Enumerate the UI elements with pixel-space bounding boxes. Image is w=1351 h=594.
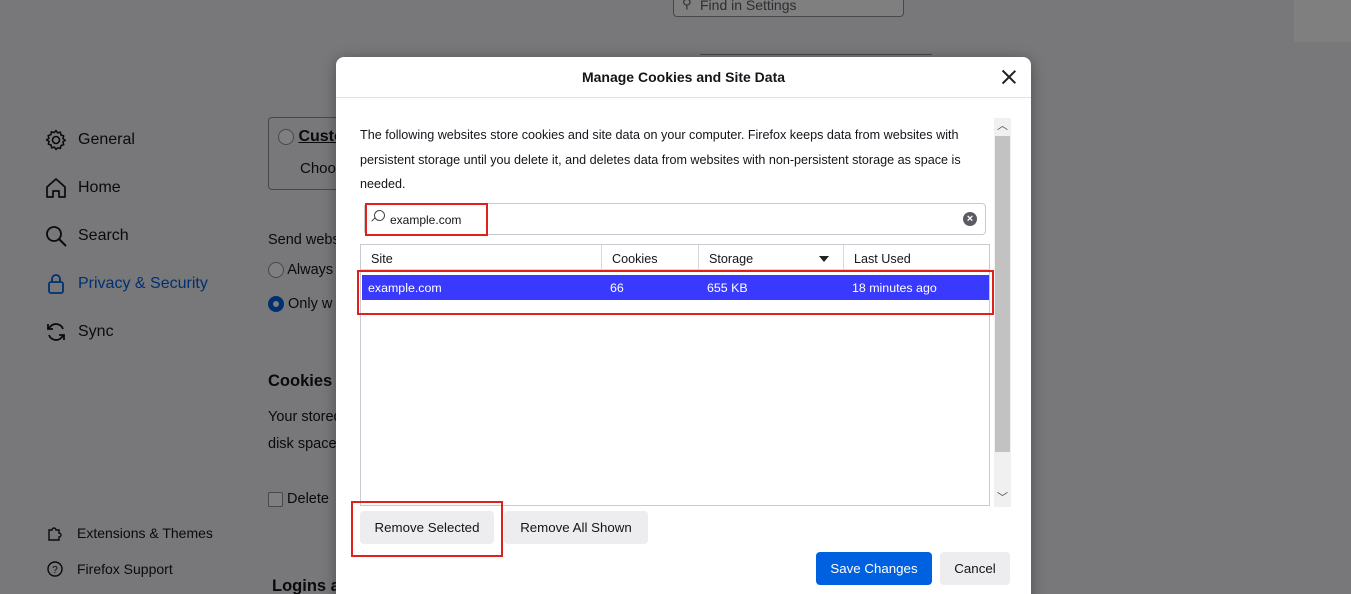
cancel-button[interactable]: Cancel <box>940 552 1010 585</box>
column-last-used[interactable]: Last Used <box>844 245 989 270</box>
sites-table: Site Cookies Storage Last Used example.c… <box>360 244 990 506</box>
save-changes-button[interactable]: Save Changes <box>816 552 932 585</box>
sort-descending-icon <box>819 256 829 262</box>
cell-storage: 655 KB <box>707 281 748 295</box>
close-icon[interactable] <box>999 67 1019 87</box>
remove-selected-button[interactable]: Remove Selected <box>360 511 494 544</box>
search-icon <box>374 210 385 221</box>
scroll-up-icon[interactable]: ︿ <box>994 118 1011 135</box>
remove-all-shown-label: Remove All Shown <box>520 520 632 535</box>
manage-cookies-dialog: Manage Cookies and Site Data The followi… <box>336 57 1031 594</box>
column-storage-label: Storage <box>709 252 754 266</box>
cell-site: example.com <box>368 281 442 295</box>
scrollbar-thumb[interactable] <box>995 136 1010 452</box>
dialog-description: The following websites store cookies and… <box>360 128 961 191</box>
search-value: example.com <box>390 213 462 227</box>
table-row[interactable]: example.com 66 655 KB 18 minutes ago <box>362 275 989 300</box>
cancel-label: Cancel <box>954 561 996 576</box>
column-site[interactable]: Site <box>361 245 602 270</box>
dialog-title: Manage Cookies and Site Data <box>336 57 1031 98</box>
remove-selected-label: Remove Selected <box>374 520 480 535</box>
site-search-input[interactable]: example.com × <box>364 203 986 235</box>
cell-cookies: 66 <box>610 281 624 295</box>
remove-all-shown-button[interactable]: Remove All Shown <box>504 511 648 544</box>
scroll-down-icon[interactable]: ﹀ <box>994 490 1011 507</box>
save-changes-label: Save Changes <box>830 561 918 576</box>
clear-search-icon[interactable]: × <box>963 212 977 226</box>
cell-last-used: 18 minutes ago <box>852 281 937 295</box>
column-storage[interactable]: Storage <box>699 245 844 270</box>
dialog-scrollbar[interactable]: ︿ ﹀ <box>994 118 1011 507</box>
column-cookies[interactable]: Cookies <box>602 245 699 270</box>
table-header: Site Cookies Storage Last Used <box>361 245 989 270</box>
